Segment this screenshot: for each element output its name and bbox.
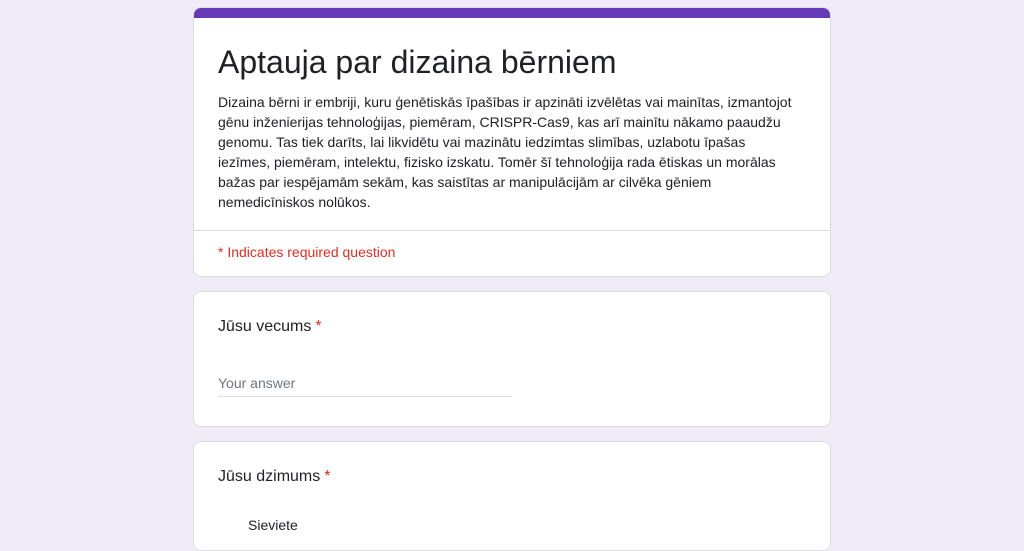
question-title: Jūsu dzimums * — [218, 468, 330, 486]
required-note: * Indicates required question — [218, 244, 396, 260]
form-description: Dizaina bērni ir embriji, kuru ģenētiskā… — [218, 94, 792, 210]
question-card-age: Jūsu vecums * — [193, 291, 831, 427]
option-label: Sieviete — [248, 517, 298, 533]
required-star: * — [315, 318, 322, 335]
question-title-text: Jūsu dzimums — [218, 468, 321, 485]
form-title: Aptauja par dizaina bērniem — [218, 44, 617, 80]
question-card-gender: Jūsu dzimums * Sieviete — [193, 441, 831, 551]
question-title: Jūsu vecums * — [218, 318, 322, 336]
required-star: * — [324, 468, 331, 485]
age-answer-input[interactable] — [218, 370, 512, 397]
header-divider — [194, 230, 830, 231]
question-title-text: Jūsu vecums — [218, 318, 312, 335]
form-header-card: Aptauja par dizaina bērniem Dizaina bērn… — [193, 7, 831, 277]
gender-option-sieviete[interactable]: Sieviete — [218, 516, 298, 534]
accent-bar — [194, 8, 830, 18]
